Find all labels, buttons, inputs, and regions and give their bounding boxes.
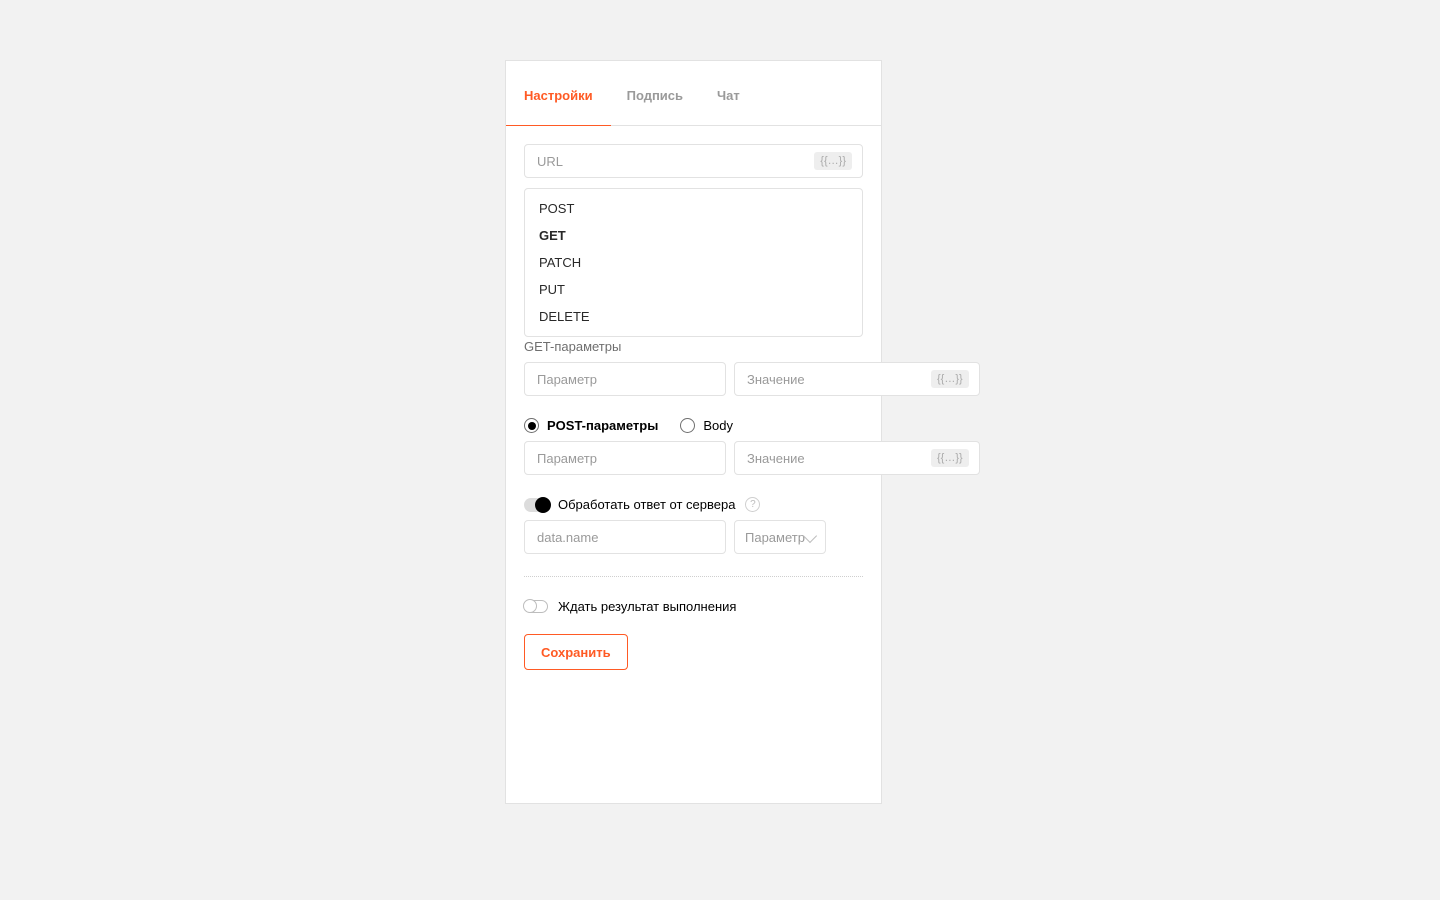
get-param-value-input[interactable]: [745, 371, 925, 388]
tabs: Настройки Подпись Чат: [506, 61, 881, 126]
get-param-key-field[interactable]: [524, 362, 726, 396]
save-button[interactable]: Сохранить: [524, 634, 628, 670]
insert-variable-icon[interactable]: {{…}}: [814, 152, 852, 170]
get-param-key-input[interactable]: [535, 371, 715, 388]
help-icon[interactable]: ?: [745, 497, 760, 512]
post-params-row: {{…}}: [524, 441, 863, 475]
get-params-label: GET-параметры: [524, 339, 863, 354]
response-param-select[interactable]: Параметр: [734, 520, 826, 554]
tab-chat[interactable]: Чат: [717, 88, 740, 125]
radio-body[interactable]: Body: [680, 418, 733, 433]
get-params-row: {{…}}: [524, 362, 863, 396]
method-option-patch[interactable]: PATCH: [525, 249, 862, 276]
response-path-input[interactable]: [535, 529, 715, 546]
chevron-down-icon: [803, 528, 817, 542]
toggle-knob-icon: [535, 497, 551, 513]
wait-result-toggle[interactable]: [524, 600, 548, 613]
get-param-value-field[interactable]: {{…}}: [734, 362, 980, 396]
post-param-value-input[interactable]: [745, 450, 925, 467]
tab-settings[interactable]: Настройки: [524, 88, 593, 125]
radio-label: POST-параметры: [547, 418, 658, 433]
tab-signature[interactable]: Подпись: [627, 88, 683, 125]
insert-variable-icon[interactable]: {{…}}: [931, 370, 969, 388]
radio-label: Body: [703, 418, 733, 433]
wait-result-label: Ждать результат выполнения: [558, 599, 736, 614]
radio-icon: [524, 418, 539, 433]
url-field[interactable]: {{…}}: [524, 144, 863, 178]
radio-icon: [680, 418, 695, 433]
wait-result-row: Ждать результат выполнения: [524, 599, 863, 614]
post-body-radio-group: POST-параметры Body: [524, 418, 863, 433]
settings-panel: Настройки Подпись Чат {{…}} POST GET PAT…: [505, 60, 882, 804]
response-path-field[interactable]: [524, 520, 726, 554]
radio-post-params[interactable]: POST-параметры: [524, 418, 658, 433]
post-param-key-input[interactable]: [535, 450, 715, 467]
post-param-value-field[interactable]: {{…}}: [734, 441, 980, 475]
process-response-toggle[interactable]: [524, 498, 548, 512]
url-input[interactable]: [535, 153, 808, 170]
method-option-get[interactable]: GET: [525, 222, 862, 249]
method-dropdown[interactable]: POST GET PATCH PUT DELETE: [524, 188, 863, 337]
insert-variable-icon[interactable]: {{…}}: [931, 449, 969, 467]
method-option-put[interactable]: PUT: [525, 276, 862, 303]
select-placeholder: Параметр: [745, 530, 805, 545]
response-mapping-row: Параметр: [524, 520, 863, 554]
divider: [524, 576, 863, 577]
method-option-delete[interactable]: DELETE: [525, 303, 862, 330]
post-param-key-field[interactable]: [524, 441, 726, 475]
method-option-post[interactable]: POST: [525, 195, 862, 222]
toggle-knob-icon: [523, 599, 537, 613]
process-response-label: Обработать ответ от сервера: [558, 497, 735, 512]
process-response-row: Обработать ответ от сервера ?: [524, 497, 863, 512]
